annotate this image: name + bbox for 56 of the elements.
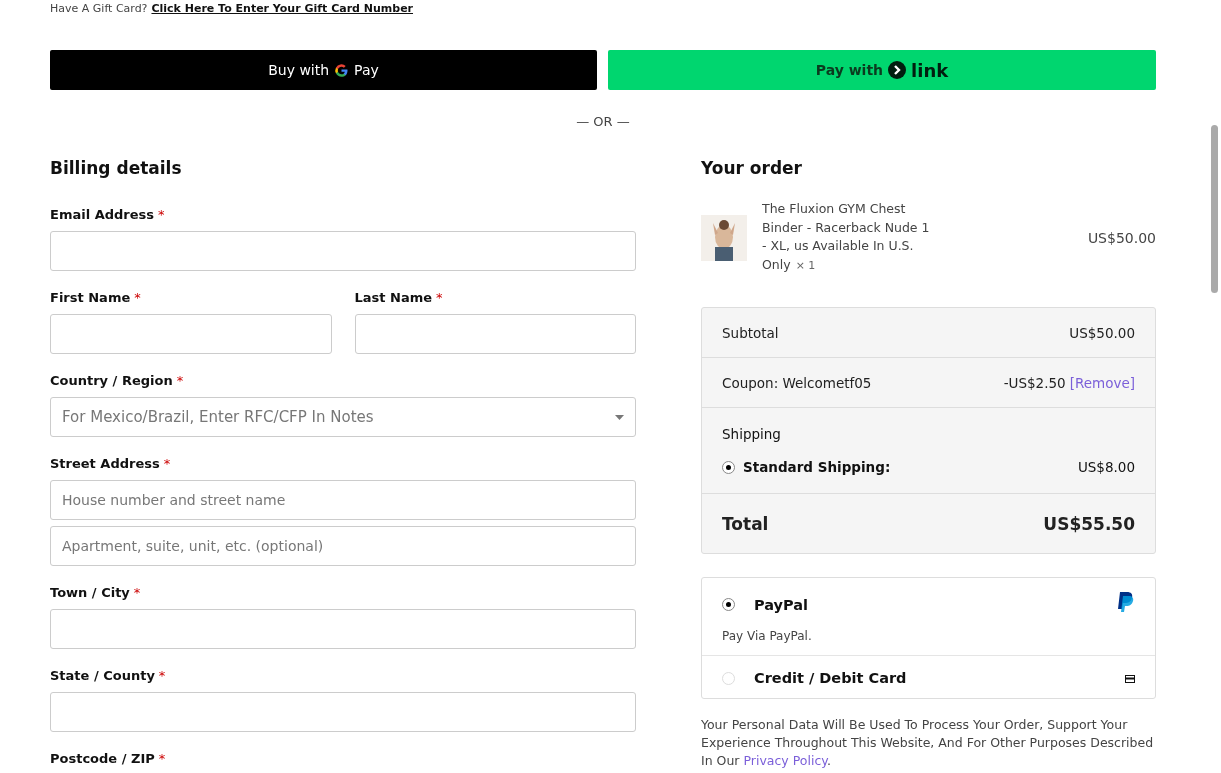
subtotal-label: Subtotal [722,324,779,341]
field-label: First Name [50,290,131,306]
required-mark: * [134,290,141,307]
card-icon [1125,675,1135,683]
field-label: Country / Region [50,373,173,389]
google-pay-button[interactable]: Buy with Pay [50,50,597,90]
required-mark: * [158,668,166,685]
radio-button[interactable] [722,598,735,611]
required-mark: * [163,456,171,473]
field-label: Email Address [50,207,154,223]
required-mark: * [436,290,443,307]
total-label: Total [722,513,769,534]
required-mark: * [158,751,166,768]
field-label: Street Address [50,456,160,472]
caret-icon [615,414,624,420]
shipping-price: US$8.00 [1077,459,1135,475]
input-field[interactable] [50,314,332,354]
field-label: Town / City [50,585,130,601]
field-label: State / County [50,668,155,684]
paypal-icon [1117,592,1135,614]
radio-button[interactable] [722,460,735,474]
payment-method-label: PayPal [754,596,809,613]
input-field[interactable] [354,314,636,354]
required-mark: * [176,373,184,390]
remove-coupon-link[interactable]: [Remove] [1069,374,1135,391]
product-price: US$50.00 [1087,229,1156,246]
coupon-value: -US$2.50 [1003,374,1066,391]
google-g-icon [334,62,350,78]
gift-card-link[interactable]: Click Here To Enter Your Gift Card Number [151,2,413,30]
input-field[interactable] [50,692,636,732]
or-separator: — OR — [575,114,631,129]
coupon-label: Coupon: Welcometf05 [722,374,872,391]
payment-description: Pay Via PayPal. [722,629,813,643]
required-mark: * [158,207,165,224]
subtotal-value: US$50.00 [1069,324,1135,341]
gift-card-prompt: Have A Gift Card? [50,2,148,17]
scrollbar-thumb[interactable] [1211,125,1218,293]
input-field[interactable]: Apartment, suite, unit, etc. (optional) [50,526,636,566]
billing-title: Billing details [50,158,183,178]
required-mark: * [133,585,141,602]
product-name: The Fluxion GYM Chest Binder - Racerback Nude 1 - XL, us Available In U.S. Only × 1 [762,200,931,274]
input-field[interactable] [50,231,636,271]
payment-method-label: Credit / Debit Card [754,670,907,686]
chevron-circle-icon [888,61,907,79]
order-title: Your order [701,158,803,178]
country-select[interactable]: For Mexico/Brazil, Enter RFC/CFP In Notes [50,397,636,437]
shipping-label: Shipping [722,426,781,442]
link-pay-button[interactable]: Pay with link [608,50,1156,90]
input-field[interactable]: House number and street name [50,480,636,520]
privacy-notice: Your Personal Data Will Be Used To Process Your Order, Support Your Experience Throughout This Website, And For Other Purposes Described In Our Privacy Policy. [701,716,1155,770]
field-label: Last Name [354,290,433,306]
privacy-policy-link[interactable]: Privacy Policy [743,753,827,768]
input-field[interactable] [50,609,636,649]
shipping-option: Standard Shipping: [743,459,891,475]
total-value: US$55.50 [1043,513,1135,534]
field-label: Postcode / ZIP [50,751,155,767]
